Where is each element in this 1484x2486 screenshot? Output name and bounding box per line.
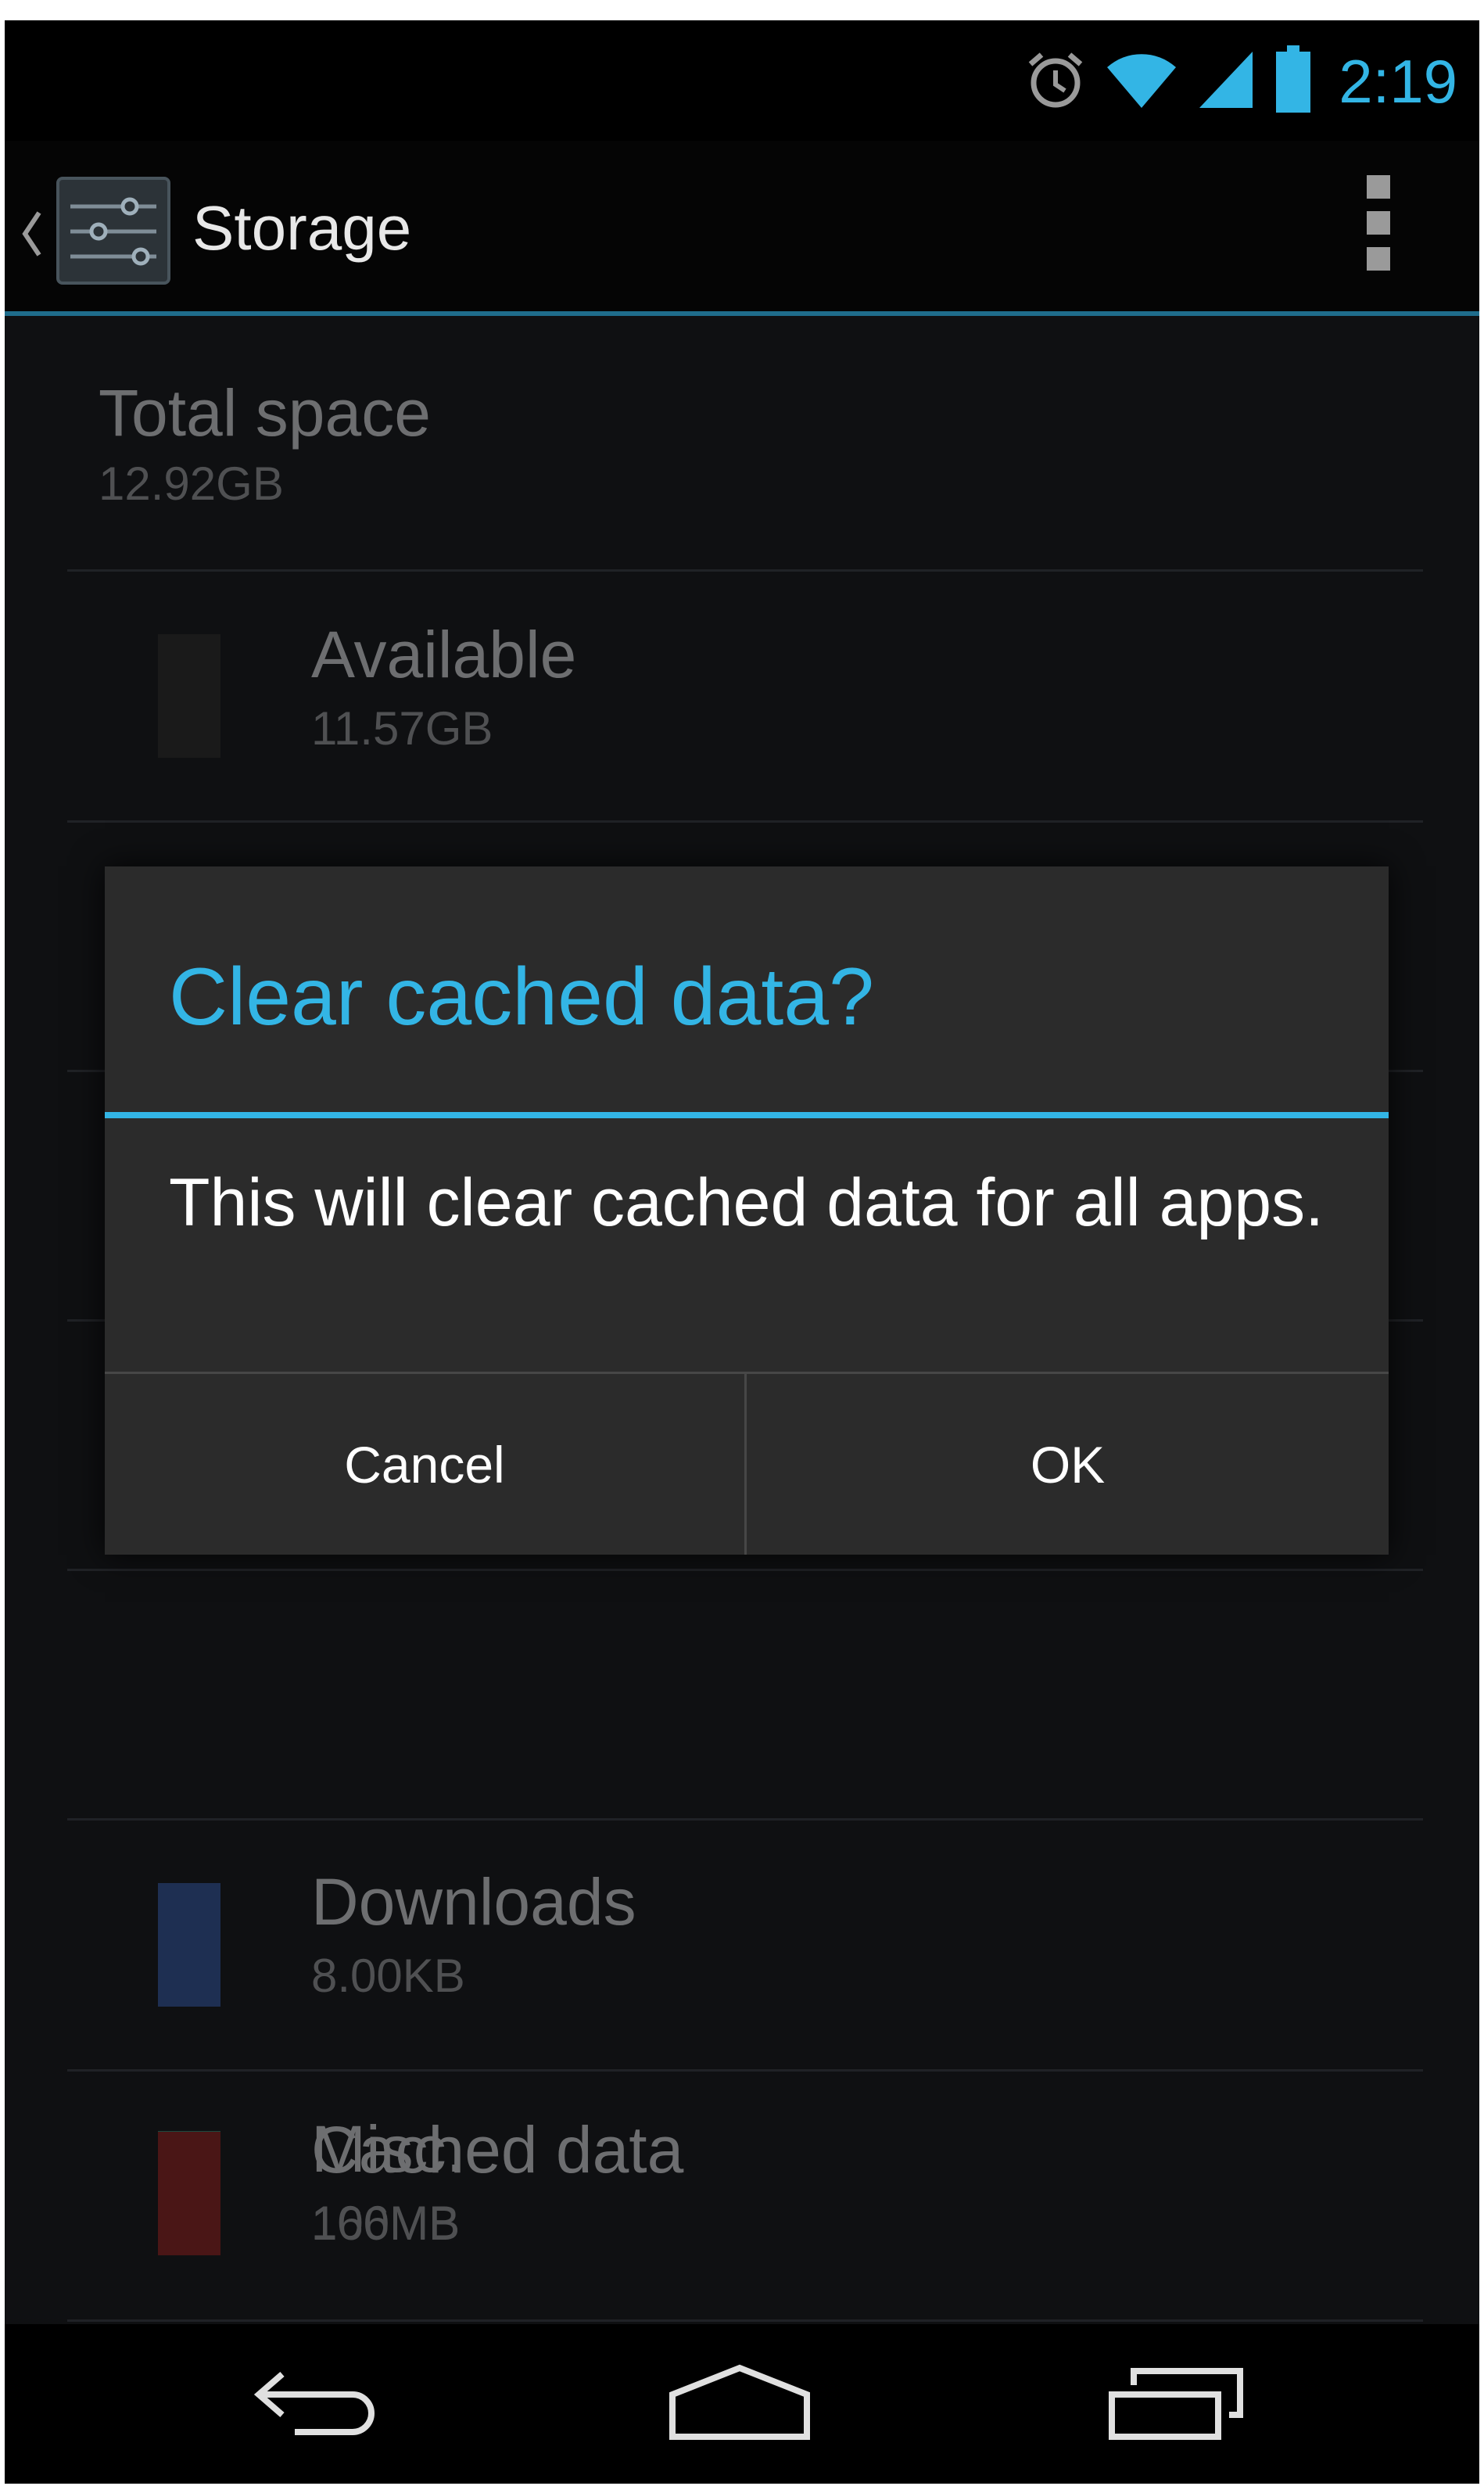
status-icons: 2:19 <box>1024 34 1457 128</box>
divider <box>67 820 1423 823</box>
available-value: 11.57GB <box>311 702 493 755</box>
list-item-misc-row[interactable]: Misc. 106MB <box>5 2072 1479 2323</box>
total-space-value: 12.92GB <box>99 457 284 510</box>
home-icon <box>668 2363 812 2445</box>
status-bar: 2:19 <box>5 20 1479 141</box>
color-swatch-misc <box>158 2132 220 2255</box>
alarm-icon <box>1024 48 1087 115</box>
settings-sliders-icon[interactable] <box>55 175 172 286</box>
color-swatch-available <box>158 634 220 758</box>
action-bar: Storage <box>5 141 1479 311</box>
ok-button[interactable]: OK <box>747 1374 1389 1555</box>
total-space-label: Total space <box>99 376 431 450</box>
back-icon <box>251 2363 384 2445</box>
dialog-title: Clear cached data? <box>169 952 874 1042</box>
recents-button[interactable] <box>1099 2355 1256 2452</box>
divider <box>67 1569 1423 1571</box>
page-title: Storage <box>192 193 412 263</box>
overflow-menu-icon[interactable] <box>1367 175 1395 271</box>
cell-signal-icon <box>1196 48 1256 115</box>
back-button[interactable] <box>239 2355 396 2452</box>
list-item-total-space[interactable]: Total space 12.92GB <box>5 316 1479 569</box>
clear-cache-dialog: Clear cached data? This will clear cache… <box>105 866 1389 1555</box>
available-label: Available <box>311 618 577 691</box>
misc-label: Misc. <box>311 2112 464 2186</box>
up-caret-icon[interactable] <box>16 206 47 265</box>
downloads-value: 8.00KB <box>311 1950 465 2002</box>
battery-icon <box>1274 45 1312 118</box>
home-button[interactable] <box>661 2355 818 2452</box>
clock: 2:19 <box>1339 46 1457 116</box>
dialog-title-divider <box>105 1112 1389 1118</box>
color-swatch-downloads <box>158 1883 220 2007</box>
wifi-icon <box>1106 48 1178 115</box>
list-item-available[interactable]: Available 11.57GB <box>5 572 1479 820</box>
navigation-bar <box>5 2324 1479 2484</box>
list-item-downloads[interactable]: Downloads 8.00KB <box>5 1821 1479 2069</box>
downloads-label: Downloads <box>311 1865 636 1939</box>
recents-icon <box>1107 2363 1248 2445</box>
android-screen: 2:19 Storage Total space 12.92GB Availab… <box>5 20 1479 2484</box>
cancel-button[interactable]: Cancel <box>105 1374 744 1555</box>
dialog-message: This will clear cached data for all apps… <box>169 1165 1324 1240</box>
misc-value: 106MB <box>311 2197 461 2249</box>
